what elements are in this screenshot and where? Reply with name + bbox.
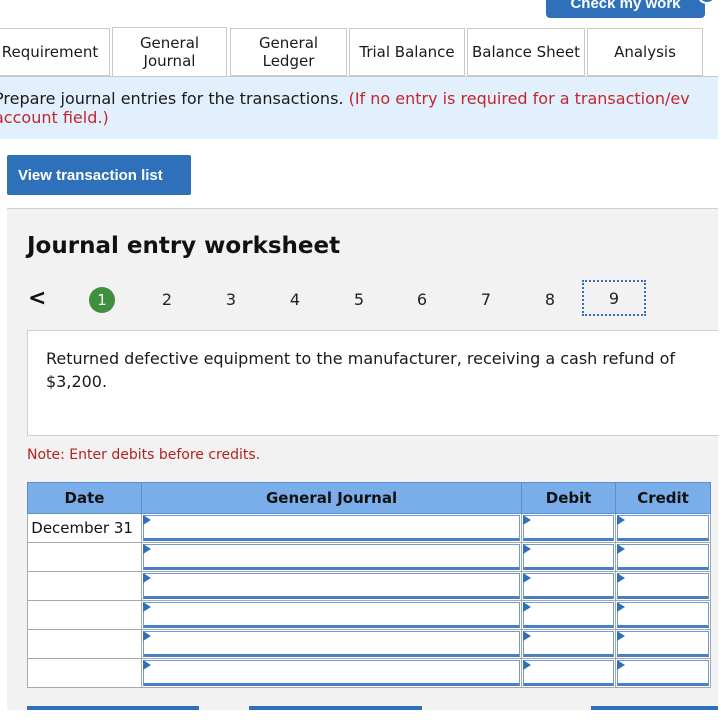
table-row — [27, 629, 711, 659]
credit-input[interactable] — [617, 573, 709, 599]
tab-trial-balance[interactable]: Trial Balance — [349, 28, 465, 76]
table-row — [27, 542, 711, 572]
page-1[interactable]: 1 — [89, 287, 115, 313]
header-general-journal: General Journal — [140, 482, 523, 514]
credit-input[interactable] — [617, 631, 709, 657]
check-my-work-label: Check my work — [570, 0, 681, 12]
debit-input[interactable] — [523, 573, 615, 599]
credit-input[interactable] — [617, 660, 709, 686]
table-row — [27, 600, 711, 630]
debit-input[interactable] — [523, 631, 615, 657]
tab-general-journal[interactable]: General Journal — [112, 27, 227, 76]
worksheet-pager: < 1 2 3 4 5 6 7 8 9 — [0, 280, 726, 316]
debit-input[interactable] — [523, 515, 615, 541]
date-cell — [27, 600, 142, 630]
debit-cell[interactable] — [521, 600, 617, 630]
debit-input[interactable] — [523, 544, 615, 570]
tab-balance-sheet[interactable]: Balance Sheet — [467, 28, 585, 76]
header-date: Date — [27, 482, 142, 514]
credit-input[interactable] — [617, 515, 709, 541]
tab-label: Balance Sheet — [472, 43, 580, 61]
debit-cell[interactable] — [521, 658, 617, 688]
credit-cell[interactable] — [615, 600, 711, 630]
tab-general-ledger[interactable]: General Ledger — [230, 28, 347, 76]
debit-input[interactable] — [523, 602, 615, 628]
header-debit: Debit — [521, 482, 617, 514]
table-row — [27, 571, 711, 601]
tab-bar: Requirement General Journal General Ledger… — [0, 27, 726, 76]
indicator-dot-icon — [697, 0, 717, 4]
account-cell[interactable] — [140, 513, 523, 543]
credit-input[interactable] — [617, 602, 709, 628]
page-9[interactable]: 9 — [582, 280, 646, 316]
worksheet-title: Journal entry worksheet — [27, 233, 341, 259]
debit-cell[interactable] — [521, 571, 617, 601]
transaction-description: Returned defective equipment to the manu… — [27, 330, 718, 436]
account-input[interactable] — [142, 631, 521, 657]
account-input[interactable] — [142, 544, 521, 570]
bottom-button-edge[interactable] — [27, 706, 199, 710]
date-cell — [27, 542, 142, 572]
journal-table: Date General Journal Debit Credit Decemb… — [27, 482, 711, 688]
date-cell — [27, 658, 142, 688]
account-input[interactable] — [142, 515, 521, 541]
credit-cell[interactable] — [615, 542, 711, 572]
page-6[interactable]: 6 — [410, 290, 434, 309]
instructions-text: Prepare journal entries for the transact… — [0, 89, 344, 108]
date-cell — [27, 571, 142, 601]
tab-label: Trial Balance — [359, 43, 455, 61]
bottom-button-edge[interactable] — [591, 706, 718, 710]
view-transaction-list-button[interactable]: View transaction list — [7, 155, 191, 195]
credit-cell[interactable] — [615, 571, 711, 601]
prev-arrow-icon[interactable]: < — [28, 286, 46, 311]
date-cell: December 31 — [27, 513, 142, 543]
debit-cell[interactable] — [521, 542, 617, 572]
page-3[interactable]: 3 — [219, 290, 243, 309]
account-cell[interactable] — [140, 542, 523, 572]
tab-label: Analysis — [614, 43, 676, 61]
page-7[interactable]: 7 — [474, 290, 498, 309]
credit-cell[interactable] — [615, 513, 711, 543]
account-cell[interactable] — [140, 571, 523, 601]
debit-cell[interactable] — [521, 629, 617, 659]
tab-requirement[interactable]: Requirement — [0, 28, 110, 76]
account-input[interactable] — [142, 660, 521, 686]
account-cell[interactable] — [140, 658, 523, 688]
page-2[interactable]: 2 — [155, 290, 179, 309]
page-5[interactable]: 5 — [347, 290, 371, 309]
header-credit: Credit — [615, 482, 711, 514]
tab-label: Requirement — [1, 43, 99, 61]
account-cell[interactable] — [140, 629, 523, 659]
credit-input[interactable] — [617, 544, 709, 570]
instructions-note-cont: account field.) — [0, 108, 109, 127]
instructions-note: (If no entry is required for a transacti… — [348, 89, 690, 108]
debit-cell[interactable] — [521, 513, 617, 543]
page-4[interactable]: 4 — [283, 290, 307, 309]
account-input[interactable] — [142, 573, 521, 599]
page-8[interactable]: 8 — [538, 290, 562, 309]
credit-cell[interactable] — [615, 658, 711, 688]
table-row — [27, 658, 711, 688]
check-my-work-button[interactable]: Check my work — [546, 0, 717, 18]
credit-cell[interactable] — [615, 629, 711, 659]
table-row: December 31 — [27, 513, 711, 543]
debit-input[interactable] — [523, 660, 615, 686]
account-cell[interactable] — [140, 600, 523, 630]
bottom-button-edge[interactable] — [249, 706, 422, 710]
instructions-banner: Prepare journal entries for the transact… — [0, 77, 718, 139]
date-cell — [27, 629, 142, 659]
tab-label: General Ledger — [258, 34, 319, 70]
tab-analysis[interactable]: Analysis — [587, 28, 703, 76]
debit-credit-note: Note: Enter debits before credits. — [27, 447, 261, 463]
account-input[interactable] — [142, 602, 521, 628]
tab-label: General Journal — [139, 34, 200, 70]
